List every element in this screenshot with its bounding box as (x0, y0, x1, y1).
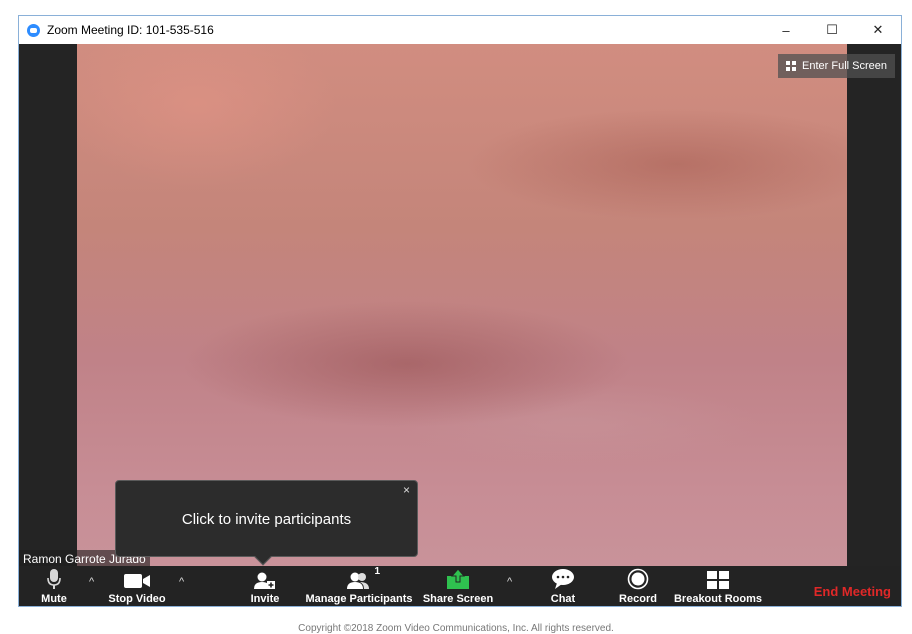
microphone-icon (47, 566, 61, 590)
breakout-rooms-icon (706, 566, 730, 590)
copyright-footer: Copyright ©2018 Zoom Video Communication… (298, 623, 614, 634)
fullscreen-icon (786, 61, 797, 71)
video-options-caret[interactable]: ^ (179, 576, 184, 588)
record-icon (627, 566, 649, 590)
zoom-window: Zoom Meeting ID: 101-535-516 – ☐ ✕ Enter… (18, 15, 902, 607)
invite-tooltip: × Click to invite participants (115, 480, 418, 566)
mute-button[interactable]: Mute (37, 566, 71, 606)
breakout-rooms-button[interactable]: Breakout Rooms (673, 566, 763, 606)
share-screen-button[interactable]: Share Screen (422, 566, 494, 606)
video-camera-icon (123, 566, 151, 590)
share-options-caret[interactable]: ^ (507, 576, 512, 588)
record-button[interactable]: Record (614, 566, 662, 606)
manage-participants-label: Manage Participants (305, 593, 413, 605)
invite-person-icon (254, 566, 276, 590)
participant-count: 1 (374, 566, 380, 577)
chat-label: Chat (550, 593, 576, 605)
fullscreen-label: Enter Full Screen (802, 60, 887, 72)
share-screen-label: Share Screen (422, 593, 494, 605)
chat-button[interactable]: Chat (544, 566, 582, 606)
share-screen-icon (446, 566, 470, 590)
audio-options-caret[interactable]: ^ (89, 576, 94, 588)
meeting-toolbar: Mute ^ Stop Video ^ Invite 1 Manage Part… (19, 566, 901, 606)
tooltip-text: Click to invite participants (181, 511, 352, 528)
mute-label: Mute (41, 593, 67, 605)
close-button[interactable]: ✕ (855, 16, 901, 44)
participants-icon: 1 (346, 566, 380, 590)
zoom-app-icon (27, 23, 40, 37)
enter-full-screen-button[interactable]: Enter Full Screen (778, 54, 895, 78)
maximize-button[interactable]: ☐ (809, 16, 855, 44)
chat-bubble-icon (551, 566, 575, 590)
window-title: Zoom Meeting ID: 101-535-516 (47, 23, 214, 37)
end-meeting-button[interactable]: End Meeting (814, 584, 891, 599)
window-controls: – ☐ ✕ (763, 16, 901, 44)
tooltip-close-icon[interactable]: × (403, 483, 410, 497)
stop-video-label: Stop Video (108, 593, 166, 605)
manage-participants-button[interactable]: 1 Manage Participants (304, 566, 414, 606)
invite-label: Invite (250, 593, 280, 605)
breakout-rooms-label: Breakout Rooms (673, 593, 763, 605)
stop-video-button[interactable]: Stop Video (107, 566, 167, 606)
minimize-button[interactable]: – (763, 16, 809, 44)
invite-button[interactable]: Invite (247, 566, 283, 606)
title-bar: Zoom Meeting ID: 101-535-516 – ☐ ✕ (19, 16, 901, 44)
record-label: Record (619, 593, 657, 605)
